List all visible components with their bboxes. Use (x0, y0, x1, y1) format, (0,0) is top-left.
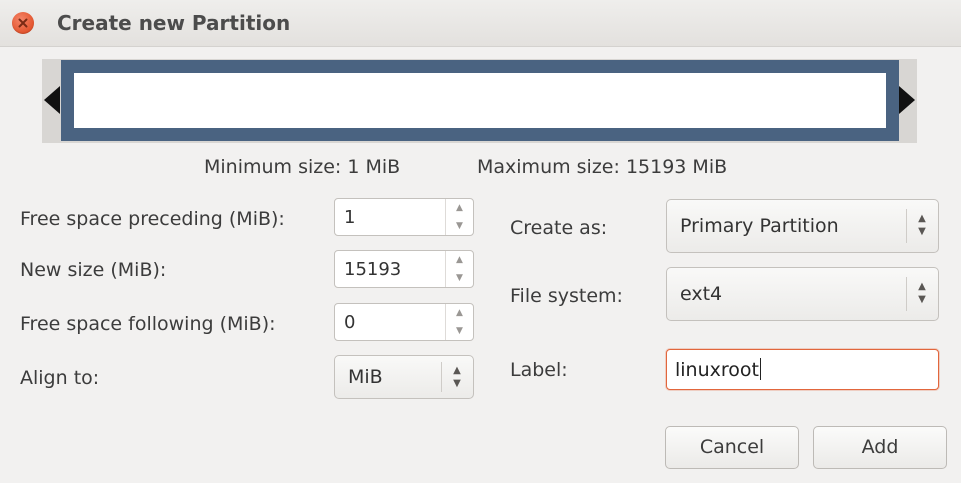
chevron-down-icon[interactable]: ▼ (446, 322, 473, 340)
maximum-size-label: Maximum size: 15193 MiB (477, 156, 728, 178)
close-icon[interactable] (12, 12, 34, 34)
free-space-preceding-spinner[interactable]: 1 ▲ ▼ (334, 198, 474, 236)
free-space-preceding-value[interactable]: 1 (344, 207, 355, 228)
dropdown-separator (906, 277, 907, 311)
file-system-label: File system: (510, 285, 623, 307)
free-space-following-spinner[interactable]: 0 ▲ ▼ (334, 303, 474, 341)
text-caret (759, 358, 761, 380)
new-size-label: New size (MiB): (20, 259, 167, 281)
chevron-up-down-icon: ▲ ▼ (453, 365, 461, 389)
new-size-value[interactable]: 15193 (344, 259, 401, 280)
free-space-following-label: Free space following (MiB): (20, 313, 276, 335)
resize-right-arrow-icon[interactable] (899, 86, 915, 114)
chevron-down-icon[interactable]: ▼ (446, 217, 473, 235)
partition-label-value[interactable]: linuxroot (675, 358, 761, 381)
align-to-dropdown[interactable]: MiB ▲ ▼ (334, 355, 474, 399)
minimum-size-label: Minimum size: 1 MiB (204, 156, 401, 178)
partition-label-label: Label: (510, 359, 568, 381)
add-button[interactable]: Add (813, 426, 947, 469)
dropdown-separator (441, 362, 442, 392)
title-bar: Create new Partition (0, 0, 961, 47)
new-size-spinner[interactable]: 15193 ▲ ▼ (334, 250, 474, 288)
chevron-up-down-icon: ▲ ▼ (918, 213, 926, 237)
create-as-value: Primary Partition (680, 215, 839, 237)
chevron-down-icon[interactable]: ▼ (446, 269, 473, 287)
chevron-up-icon[interactable]: ▲ (446, 304, 473, 322)
chevron-up-icon[interactable]: ▲ (446, 251, 473, 269)
free-space-preceding-label: Free space preceding (MiB): (20, 208, 285, 230)
partition-block-fill (74, 73, 886, 128)
align-to-value: MiB (348, 366, 383, 388)
dropdown-separator (906, 209, 907, 243)
partition-label-text: linuxroot (675, 359, 759, 381)
partition-label-input[interactable]: linuxroot (666, 349, 939, 390)
chevron-up-down-icon: ▲ ▼ (918, 281, 926, 305)
cancel-button[interactable]: Cancel (665, 426, 799, 469)
align-to-label: Align to: (20, 367, 100, 389)
free-space-following-value[interactable]: 0 (344, 312, 355, 333)
create-as-dropdown[interactable]: Primary Partition ▲ ▼ (666, 199, 939, 253)
create-as-label: Create as: (510, 217, 608, 239)
window-title: Create new Partition (57, 11, 291, 35)
file-system-value: ext4 (680, 283, 723, 305)
chevron-up-icon[interactable]: ▲ (446, 199, 473, 217)
resize-left-arrow-icon[interactable] (44, 86, 60, 114)
file-system-dropdown[interactable]: ext4 ▲ ▼ (666, 267, 939, 321)
